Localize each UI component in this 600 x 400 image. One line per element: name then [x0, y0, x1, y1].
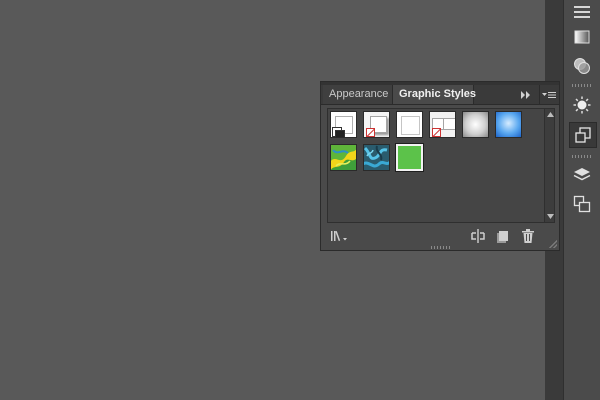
artboards-icon[interactable] [569, 192, 595, 216]
layers-icon[interactable] [569, 163, 595, 187]
swatch-green-fill[interactable] [395, 143, 424, 172]
libraries-menu-icon[interactable] [329, 228, 351, 244]
graphic-styles-panel: Appearance Graphic Styles [320, 81, 560, 251]
dock-group-grip-2[interactable] [572, 155, 592, 158]
swatch-two-box[interactable] [429, 111, 456, 138]
panel-bottom-grip[interactable] [431, 246, 451, 249]
scroll-up-arrow-icon[interactable] [546, 110, 554, 118]
graphic-styles-swatch-list [327, 108, 549, 223]
swatch-white-plain[interactable] [396, 111, 423, 138]
swatch-gray-gradient[interactable] [462, 111, 489, 138]
scroll-down-arrow-icon[interactable] [546, 212, 554, 220]
tab-appearance[interactable]: Appearance [323, 85, 393, 104]
graphic-styles-icon[interactable] [569, 122, 597, 148]
dock-group-grip[interactable] [572, 84, 592, 87]
right-panel-dock [563, 0, 600, 400]
appearance-sun-icon[interactable] [569, 93, 595, 117]
panel-bottom-bar [321, 226, 559, 246]
menu-lines-icon[interactable] [569, 0, 595, 24]
swatch-blue-gradient[interactable] [495, 111, 522, 138]
panel-tab-bar: Appearance Graphic Styles [321, 85, 559, 105]
delete-icon[interactable] [519, 228, 537, 244]
transparency-icon[interactable] [569, 54, 595, 78]
panel-menu-icon[interactable] [539, 85, 558, 104]
swatch-yellow-green-pattern[interactable] [330, 144, 357, 171]
swatch-default-style[interactable] [330, 111, 357, 138]
gradient-icon[interactable] [569, 25, 595, 49]
swatch-basic-graphic-style[interactable] [363, 111, 390, 138]
panel-resize-handle-icon[interactable] [549, 240, 557, 248]
collapse-panel-icon[interactable] [519, 85, 533, 104]
break-link-icon[interactable] [469, 228, 487, 244]
tab-graphic-styles[interactable]: Graphic Styles [393, 85, 476, 104]
swatch-blue-texture[interactable] [363, 144, 390, 171]
swatch-list-scrollbar[interactable] [544, 108, 555, 223]
new-style-icon[interactable] [494, 228, 512, 244]
